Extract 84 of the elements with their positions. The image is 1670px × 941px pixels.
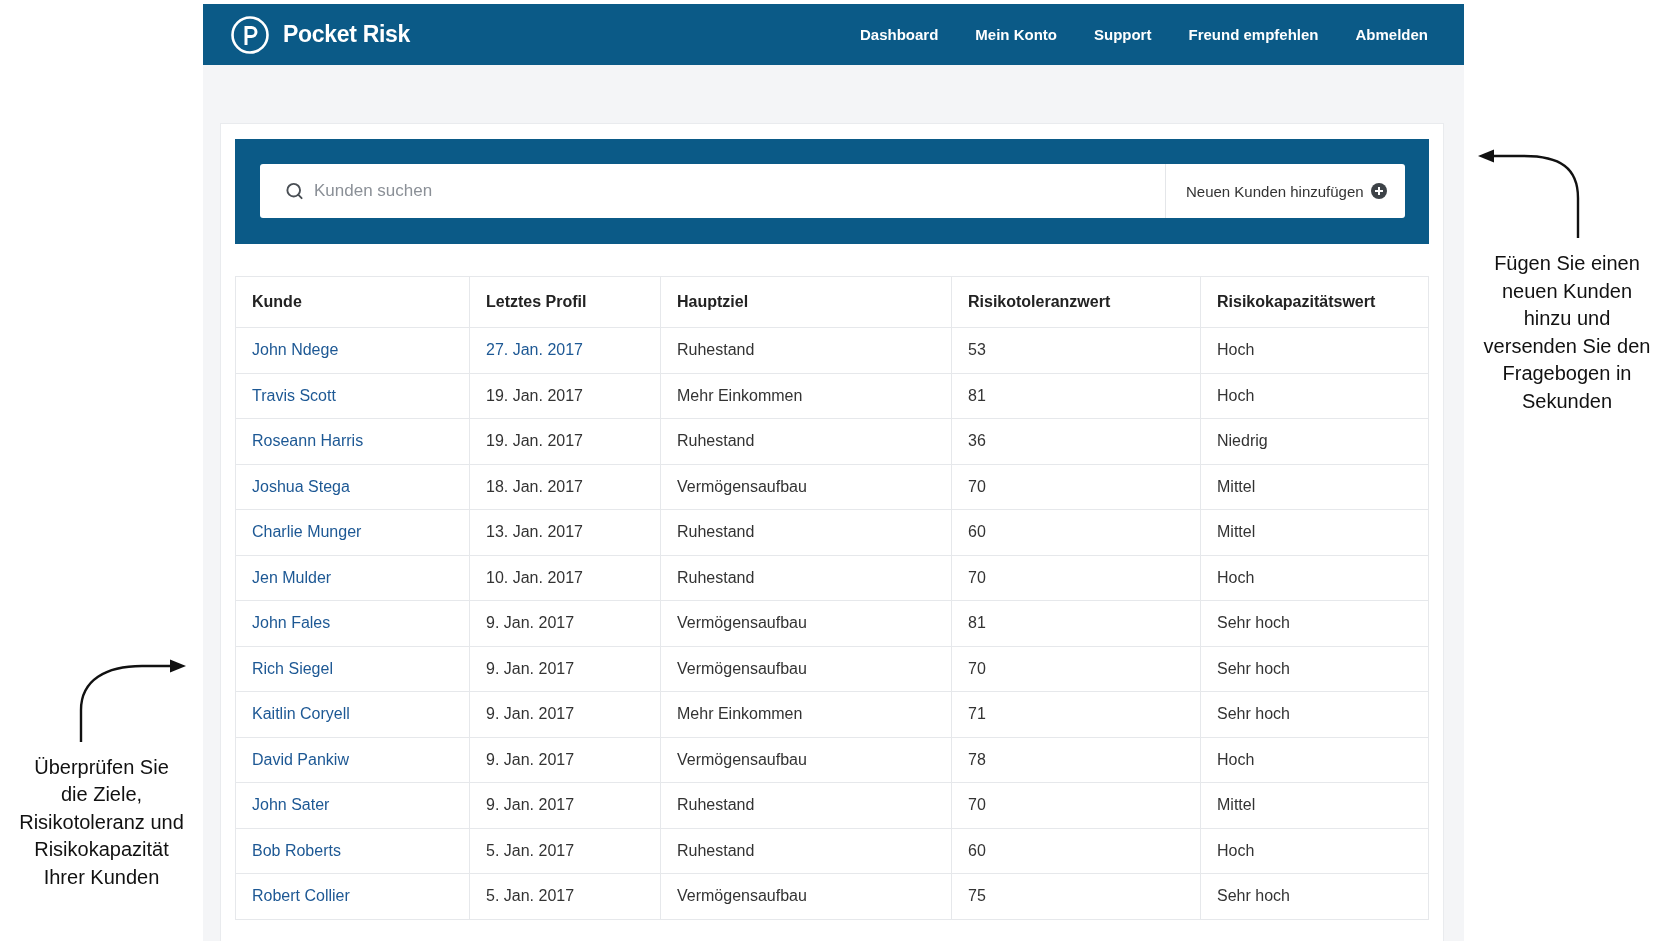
client-name-link[interactable]: Travis Scott	[252, 386, 336, 404]
client-name-link[interactable]: Joshua Stega	[252, 477, 350, 495]
table-cell: Mittel	[1200, 782, 1429, 828]
client-name-link[interactable]: John Ndege	[252, 341, 339, 359]
profile-date: 9. Jan. 2017	[486, 614, 575, 632]
table-cell: 81	[951, 600, 1201, 646]
table-cell: Ruhestand	[660, 327, 952, 373]
table-cell: Ruhestand	[660, 555, 952, 601]
search-icon	[285, 181, 304, 201]
column-header: Risikokapazitätswert	[1200, 276, 1429, 328]
table-cell: Vermögensaufbau	[660, 646, 952, 692]
curved-arrow-icon	[1478, 148, 1582, 238]
column-header: Kunde	[235, 276, 470, 328]
column-header: Letztes Profil	[469, 276, 661, 328]
table-cell: Mehr Einkommen	[660, 691, 952, 737]
client-name-link[interactable]: Robert Collier	[252, 887, 350, 905]
table-cell: 70	[951, 782, 1201, 828]
column-header: Risikotoleranzwert	[951, 276, 1201, 328]
client-name-link[interactable]: John Sater	[252, 796, 330, 814]
table-cell: Niedrig	[1200, 418, 1429, 464]
client-name-link[interactable]: David Pankiw	[252, 750, 349, 768]
table-cell: 78	[951, 737, 1201, 783]
table-cell: Sehr hoch	[1200, 873, 1429, 919]
table-cell: Mittel	[1200, 509, 1429, 555]
profile-date: 9. Jan. 2017	[486, 750, 575, 768]
logo-icon	[231, 15, 269, 54]
table-cell: Vermögensaufbau	[660, 464, 952, 510]
client-name-link[interactable]: Rich Siegel	[252, 659, 333, 677]
table-cell: Ruhestand	[660, 418, 952, 464]
nav-link[interactable]: Mein Konto	[975, 26, 1057, 43]
table-cell: Sehr hoch	[1200, 691, 1429, 737]
profile-date: 9. Jan. 2017	[486, 796, 575, 814]
client-name-link[interactable]: Jen Mulder	[252, 568, 332, 586]
table-cell: Vermögensaufbau	[660, 737, 952, 783]
profile-date: 9. Jan. 2017	[486, 659, 575, 677]
client-name-link[interactable]: John Fales	[252, 614, 331, 632]
table-cell: Ruhestand	[660, 509, 952, 555]
nav-link[interactable]: Dashboard	[859, 26, 939, 43]
nav-link[interactable]: Freund empfehlen	[1188, 26, 1319, 43]
profile-date: 5. Jan. 2017	[486, 841, 575, 859]
add-client-button[interactable]: Neuen Kunden hinzufügen	[1165, 164, 1405, 218]
table-cell: Hoch	[1200, 737, 1429, 783]
profile-date: 18. Jan. 2017	[486, 477, 583, 495]
nav-link[interactable]: Support	[1093, 26, 1152, 43]
table-cell: 53	[951, 327, 1201, 373]
nav-link[interactable]: Abmelden	[1355, 26, 1428, 43]
table-cell: Hoch	[1200, 828, 1429, 874]
annotation-text: Fügen Sie einen neuen Kunden hinzu und versenden Sie den Fragebogen in Sekunden	[1482, 251, 1652, 414]
table-cell: Hoch	[1200, 327, 1429, 373]
table-cell: 71	[951, 691, 1201, 737]
profile-date: 13. Jan. 2017	[486, 523, 583, 541]
client-name-link[interactable]: Roseann Harris	[252, 432, 364, 450]
table-cell: Ruhestand	[660, 828, 952, 874]
client-name-link[interactable]: Charlie Munger	[252, 523, 362, 541]
table-cell: 70	[951, 464, 1201, 510]
table-cell: 70	[951, 646, 1201, 692]
table-cell: 60	[951, 828, 1201, 874]
profile-date-link[interactable]: 27. Jan. 2017	[486, 341, 583, 359]
table-cell: Mehr Einkommen	[660, 373, 952, 419]
table-cell: 60	[951, 509, 1201, 555]
table-cell: Sehr hoch	[1200, 600, 1429, 646]
table-cell: 75	[951, 873, 1201, 919]
table-cell: Mittel	[1200, 464, 1429, 510]
column-header: Hauptziel	[660, 276, 952, 328]
table-cell: Vermögensaufbau	[660, 600, 952, 646]
table-cell: Ruhestand	[660, 782, 952, 828]
table-cell: 70	[951, 555, 1201, 601]
annotation-text: Überprüfen Sie die Ziele, Risikotoleranz und Risikokapazität Ihrer Kunden	[18, 754, 185, 890]
table-cell: Sehr hoch	[1200, 646, 1429, 692]
client-name-link[interactable]: Kaitlin Coryell	[252, 705, 350, 723]
profile-date: 9. Jan. 2017	[486, 705, 575, 723]
client-name-link[interactable]: Bob Roberts	[252, 841, 341, 859]
brand-name: Pocket Risk	[283, 21, 411, 48]
table-cell: Hoch	[1200, 555, 1429, 601]
profile-date: 10. Jan. 2017	[486, 568, 583, 586]
profile-date: 19. Jan. 2017	[486, 386, 583, 404]
profile-date: 19. Jan. 2017	[486, 432, 583, 450]
table-cell: Hoch	[1200, 373, 1429, 419]
table-cell: 36	[951, 418, 1201, 464]
plus-circle-icon	[1371, 183, 1387, 199]
table-cell: 81	[951, 373, 1201, 419]
table-cell: Vermögensaufbau	[660, 873, 952, 919]
search-field[interactable]: Kunden suchen	[260, 164, 1165, 218]
profile-date: 5. Jan. 2017	[486, 887, 575, 905]
